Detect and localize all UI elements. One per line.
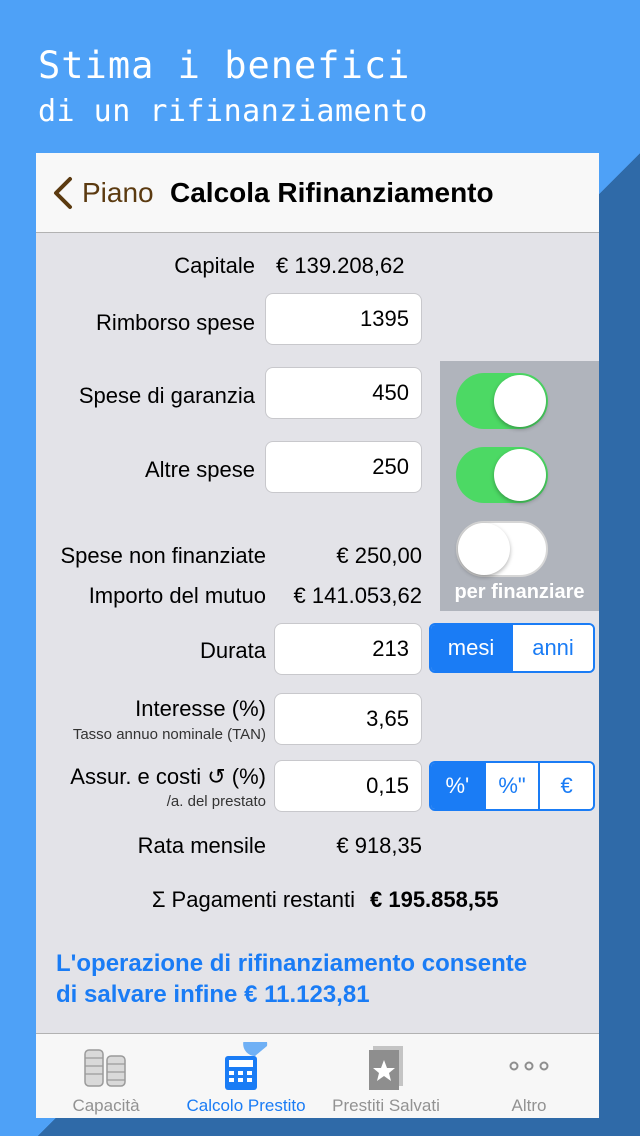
tab-label: Prestiti Salvati <box>332 1096 440 1115</box>
back-chevron-icon[interactable] <box>48 175 78 211</box>
rimborso-spese-label: Rimborso spese <box>96 310 255 335</box>
tab-altro[interactable]: Altro <box>459 1034 599 1118</box>
spese-non-finanziate-label: Spese non finanziate <box>60 543 267 568</box>
savings-line-2: di salvare infine € 11.123,81 <box>56 981 370 1008</box>
calculator-icon <box>225 1042 268 1090</box>
rimborso-spese-input[interactable]: 1395 <box>265 293 422 345</box>
assicurazione-unit-selector: %' %" € <box>429 761 595 811</box>
durata-input[interactable]: 213 <box>274 623 422 675</box>
refinance-form: Capitale € 139.208,62 Rimborso spese 139… <box>36 233 599 1033</box>
tab-bar: Capacità Calcolo Prestito Prestiti Salva… <box>36 1033 599 1118</box>
more-icon <box>509 1061 549 1071</box>
coins-icon <box>84 1049 126 1087</box>
spese-garanzia-switch[interactable] <box>456 447 548 503</box>
switch-knob <box>494 449 546 501</box>
savings-line-1: L'operazione di rifinanziamento consente <box>56 950 528 977</box>
durata-unit-selector: mesi anni <box>429 623 595 673</box>
tab-capacita[interactable]: Capacità <box>36 1034 176 1118</box>
switch-knob <box>458 523 510 575</box>
back-button[interactable]: Piano <box>82 177 154 209</box>
segment-mesi[interactable]: mesi <box>431 625 511 671</box>
spese-non-finanziate-value: € 250,00 <box>336 543 422 568</box>
promo-subheadline: di un rifinanziamento <box>38 94 428 129</box>
altre-spese-switch[interactable] <box>456 521 548 577</box>
segment-percent-annual[interactable]: %' <box>431 763 484 809</box>
page-title: Calcola Rifinanziamento <box>170 177 494 208</box>
segment-anni[interactable]: anni <box>511 625 593 671</box>
device-shadow-right <box>598 153 640 1136</box>
tab-calcolo-prestito[interactable]: Calcolo Prestito <box>176 1034 316 1118</box>
phone-screen: Piano Calcola Rifinanziamento Capitale €… <box>36 153 599 1118</box>
segment-percent-monthly[interactable]: %" <box>483 763 539 809</box>
switch-knob <box>494 375 546 427</box>
rata-mensile-label: Rata mensile <box>137 833 266 858</box>
interesse-input[interactable]: 3,65 <box>274 693 422 745</box>
savings-message: L'operazione di rifinanziamento consente… <box>56 948 586 1010</box>
toggle-caption: per finanziare <box>454 581 585 603</box>
rimborso-spese-switch[interactable] <box>456 373 548 429</box>
capitale-value: € 139.208,62 <box>276 253 405 278</box>
tab-label: Altro <box>511 1096 547 1115</box>
navigation-bar: Piano Calcola Rifinanziamento <box>36 153 599 233</box>
interesse-label: Interesse (%) <box>135 696 266 721</box>
interesse-sublabel: Tasso annuo nominale (TAN) <box>72 726 266 743</box>
tab-label: Capacità <box>72 1096 140 1115</box>
durata-label: Durata <box>199 638 266 663</box>
importo-mutuo-label: Importo del mutuo <box>88 583 266 608</box>
altre-spese-label: Altre spese <box>144 457 255 482</box>
finance-toggle-panel: per finanziare <box>440 361 599 611</box>
capitale-label: Capitale <box>174 253 255 278</box>
assicurazione-input[interactable]: 0,15 <box>274 760 422 812</box>
tab-label: Calcolo Prestito <box>186 1096 306 1115</box>
spese-garanzia-input[interactable]: 450 <box>265 367 422 419</box>
altre-spese-input[interactable]: 250 <box>265 441 422 493</box>
promo-headline: Stima i benefici <box>38 44 411 87</box>
saved-star-icon <box>369 1046 403 1090</box>
importo-mutuo-value: € 141.053,62 <box>293 583 422 608</box>
assicurazione-sublabel: /a. del prestato <box>166 793 266 810</box>
assicurazione-label: Assur. e costi ↺ (%) <box>70 764 266 789</box>
device-shadow-bottom <box>36 1118 640 1136</box>
rata-mensile-value: € 918,35 <box>336 833 422 858</box>
segment-euro[interactable]: € <box>538 763 593 809</box>
spese-garanzia-label: Spese di garanzia <box>78 383 255 408</box>
pagamenti-restanti-value: € 195.858,55 <box>370 887 499 912</box>
pagamenti-restanti-label: Σ Pagamenti restanti <box>151 887 355 912</box>
tab-prestiti-salvati[interactable]: Prestiti Salvati <box>316 1034 456 1118</box>
